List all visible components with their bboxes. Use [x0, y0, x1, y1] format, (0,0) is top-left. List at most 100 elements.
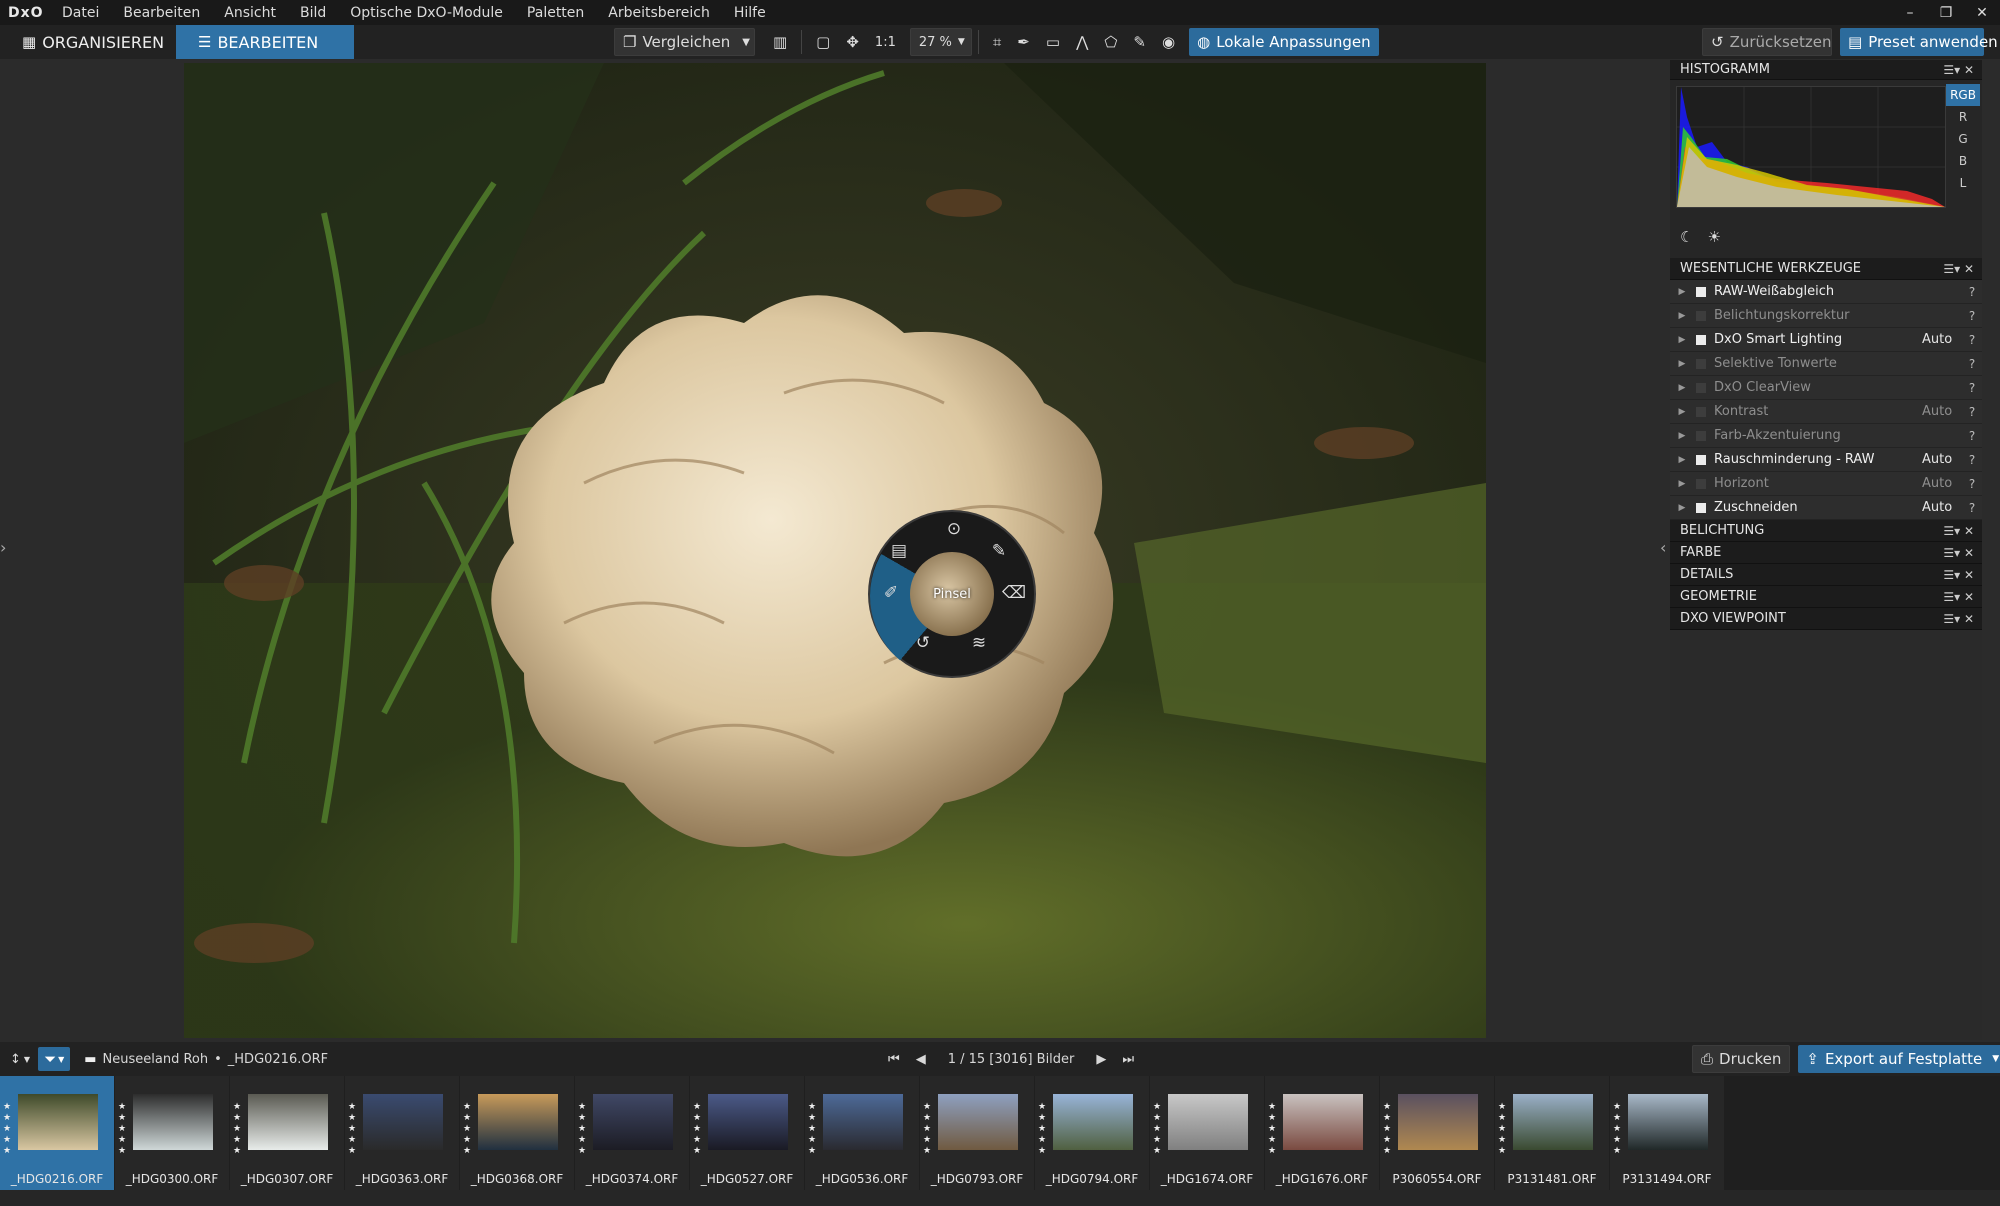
expand-arrow-icon[interactable]: ▶	[1670, 287, 1688, 297]
rating-stars-icon[interactable]: ★ ★ ★ ★ ★	[348, 1102, 356, 1157]
rating-stars-icon[interactable]: ★ ★ ★ ★ ★	[118, 1102, 126, 1157]
local-adjustments-button[interactable]: ◍ Lokale Anpassungen	[1189, 28, 1379, 56]
rating-stars-icon[interactable]: ★ ★ ★ ★ ★	[3, 1102, 11, 1157]
perspective-icon[interactable]: ⋀	[1068, 28, 1096, 56]
zoom-select[interactable]: 27 % ▼	[909, 28, 972, 56]
rating-stars-icon[interactable]: ★ ★ ★ ★ ★	[923, 1102, 931, 1157]
auto-mask-icon[interactable]: ✎	[988, 540, 1010, 562]
filmstrip-thumbnail[interactable]: ★ ★ ★ ★ ★ _HDG0307.ORF	[230, 1076, 344, 1190]
filmstrip-thumbnail[interactable]: ★ ★ ★ ★ ★ _HDG0793.ORF	[920, 1076, 1034, 1190]
brush-icon[interactable]: ✐	[880, 582, 902, 604]
repair-icon[interactable]: ✎	[1125, 28, 1154, 56]
menu-item-paletten[interactable]: Paletten	[515, 5, 596, 21]
channel-b[interactable]: B	[1946, 150, 1980, 172]
expand-arrow-icon[interactable]: ▶	[1670, 383, 1688, 393]
palette-menu-icon[interactable]: ☰▾ ✕	[1943, 524, 1974, 538]
reset-button[interactable]: ↺ Zurücksetzen	[1702, 28, 1832, 56]
help-icon[interactable]: ?	[1962, 309, 1982, 323]
radial-tool-menu[interactable]: Pinsel ⊙ ▤ ✎ ✐ ⌫ ↺ ≋	[868, 510, 1038, 680]
graduated-filter-icon[interactable]: ▤	[888, 540, 910, 562]
menu-item-bearbeiten[interactable]: Bearbeiten	[111, 5, 212, 21]
palette-menu-icon[interactable]: ☰▾ ✕	[1943, 612, 1974, 626]
rating-stars-icon[interactable]: ★ ★ ★ ★ ★	[463, 1102, 471, 1157]
print-button[interactable]: ⎙ Drucken	[1692, 1045, 1791, 1073]
rating-stars-icon[interactable]: ★ ★ ★ ★ ★	[578, 1102, 586, 1157]
filmstrip-thumbnail[interactable]: ★ ★ ★ ★ ★ _HDG0527.ORF	[690, 1076, 804, 1190]
split-view-icon[interactable]: ▥	[765, 28, 795, 56]
expand-arrow-icon[interactable]: ▶	[1670, 407, 1688, 417]
help-icon[interactable]: ?	[1962, 333, 1982, 347]
chevron-down-icon[interactable]: ▼	[1992, 1054, 1999, 1064]
rating-stars-icon[interactable]: ★ ★ ★ ★ ★	[1153, 1102, 1161, 1157]
export-button[interactable]: ⇪ Export auf Festplatte ▼	[1798, 1045, 2000, 1073]
enable-checkbox[interactable]	[1696, 286, 1706, 297]
filter-button[interactable]: ⏷ ▼	[38, 1047, 71, 1071]
move-icon[interactable]: ✥	[838, 28, 867, 56]
menu-item-optische-dxo-module[interactable]: Optische DxO-Module	[338, 5, 515, 21]
rating-stars-icon[interactable]: ★ ★ ★ ★ ★	[233, 1102, 241, 1157]
moon-icon[interactable]: ☾	[1680, 228, 1693, 246]
help-icon[interactable]: ?	[1962, 405, 1982, 419]
menu-item-hilfe[interactable]: Hilfe	[722, 5, 778, 21]
filmstrip-thumbnail[interactable]: ★ ★ ★ ★ ★ _HDG0536.ORF	[805, 1076, 919, 1190]
rating-stars-icon[interactable]: ★ ★ ★ ★ ★	[693, 1102, 701, 1157]
tool-row[interactable]: ▶ Kontrast Auto?	[1670, 400, 1982, 424]
help-icon[interactable]: ?	[1962, 285, 1982, 299]
menu-item-ansicht[interactable]: Ansicht	[212, 5, 288, 21]
expand-arrow-icon[interactable]: ▶	[1670, 359, 1688, 369]
menu-item-datei[interactable]: Datei	[50, 5, 111, 21]
filmstrip-thumbnail[interactable]: ★ ★ ★ ★ ★ _HDG0374.ORF	[575, 1076, 689, 1190]
eye-icon[interactable]: ◉	[1154, 28, 1183, 56]
expand-arrow-icon[interactable]: ▶	[1670, 311, 1688, 321]
tool-row[interactable]: ▶ RAW-Weißabgleich?	[1670, 280, 1982, 304]
control-point-icon[interactable]: ⊙	[943, 518, 965, 540]
eyedropper-icon[interactable]: ✒	[1009, 28, 1038, 56]
tool-row[interactable]: ▶ Zuschneiden Auto?	[1670, 496, 1982, 520]
menu-item-arbeitsbereich[interactable]: Arbeitsbereich	[596, 5, 722, 21]
channel-rgb[interactable]: RGB	[1946, 84, 1980, 106]
sun-icon[interactable]: ☀	[1707, 228, 1720, 246]
filmstrip-thumbnail[interactable]: ★ ★ ★ ★ ★ _HDG0363.ORF	[345, 1076, 459, 1190]
next-image-icon[interactable]: ▶	[1088, 1052, 1114, 1067]
tab-edit[interactable]: ☰ BEARBEITEN	[176, 25, 354, 59]
channel-g[interactable]: G	[1946, 128, 1980, 150]
filmstrip-thumbnail[interactable]: ★ ★ ★ ★ ★ P3060554.ORF	[1380, 1076, 1494, 1190]
crop-icon[interactable]: ⌗	[985, 28, 1009, 56]
tool-row[interactable]: ▶ Selektive Tonwerte?	[1670, 352, 1982, 376]
expand-arrow-icon[interactable]: ▶	[1670, 455, 1688, 465]
rating-stars-icon[interactable]: ★ ★ ★ ★ ★	[1268, 1102, 1276, 1157]
main-photo[interactable]	[184, 63, 1486, 1038]
enable-checkbox[interactable]	[1696, 406, 1706, 417]
image-viewer[interactable]: › ‹ Pinsel ⊙ ▤ ✎ ✐ ⌫ ↺ ≋	[0, 60, 1666, 1040]
minimize-button[interactable]: –	[1892, 5, 1928, 21]
tool-row[interactable]: ▶ Farb-Akzentuierung?	[1670, 424, 1982, 448]
channel-l[interactable]: L	[1946, 172, 1980, 194]
help-icon[interactable]: ?	[1962, 357, 1982, 371]
breadcrumb-folder[interactable]: Neuseeland Roh	[103, 1052, 209, 1067]
filmstrip-thumbnail[interactable]: ★ ★ ★ ★ ★ _HDG0368.ORF	[460, 1076, 574, 1190]
histogram-header[interactable]: HISTOGRAMM ☰▾ ✕	[1670, 60, 1982, 80]
zoom-1to1-button[interactable]: 1:1	[867, 28, 904, 56]
filmstrip-thumbnail[interactable]: ★ ★ ★ ★ ★ P3131481.ORF	[1495, 1076, 1609, 1190]
filmstrip-thumbnail[interactable]: ★ ★ ★ ★ ★ _HDG1674.ORF	[1150, 1076, 1264, 1190]
horizon-icon[interactable]: ▭	[1038, 28, 1068, 56]
sort-button[interactable]: ↕ ▼	[2, 1045, 38, 1073]
palette-geometrie[interactable]: GEOMETRIE ☰▾ ✕	[1670, 586, 1982, 608]
expand-arrow-icon[interactable]: ▶	[1670, 503, 1688, 513]
palette-farbe[interactable]: FARBE ☰▾ ✕	[1670, 542, 1982, 564]
enable-checkbox[interactable]	[1696, 478, 1706, 489]
help-icon[interactable]: ?	[1962, 453, 1982, 467]
tool-row[interactable]: ▶ Horizont Auto?	[1670, 472, 1982, 496]
channel-r[interactable]: R	[1946, 106, 1980, 128]
help-icon[interactable]: ?	[1962, 381, 1982, 395]
eraser-icon[interactable]: ⌫	[1002, 582, 1026, 604]
help-icon[interactable]: ?	[1962, 429, 1982, 443]
filmstrip-thumbnail[interactable]: ★ ★ ★ ★ ★ _HDG0300.ORF	[115, 1076, 229, 1190]
enable-checkbox[interactable]	[1696, 334, 1706, 345]
left-panel-toggle-icon[interactable]: ›	[0, 538, 6, 557]
tool-row[interactable]: ▶ DxO Smart Lighting Auto?	[1670, 328, 1982, 352]
previous-image-icon[interactable]: ◀	[908, 1052, 934, 1067]
palette-belichtung[interactable]: BELICHTUNG ☰▾ ✕	[1670, 520, 1982, 542]
rating-stars-icon[interactable]: ★ ★ ★ ★ ★	[1038, 1102, 1046, 1157]
tool-row[interactable]: ▶ Belichtungskorrektur?	[1670, 304, 1982, 328]
